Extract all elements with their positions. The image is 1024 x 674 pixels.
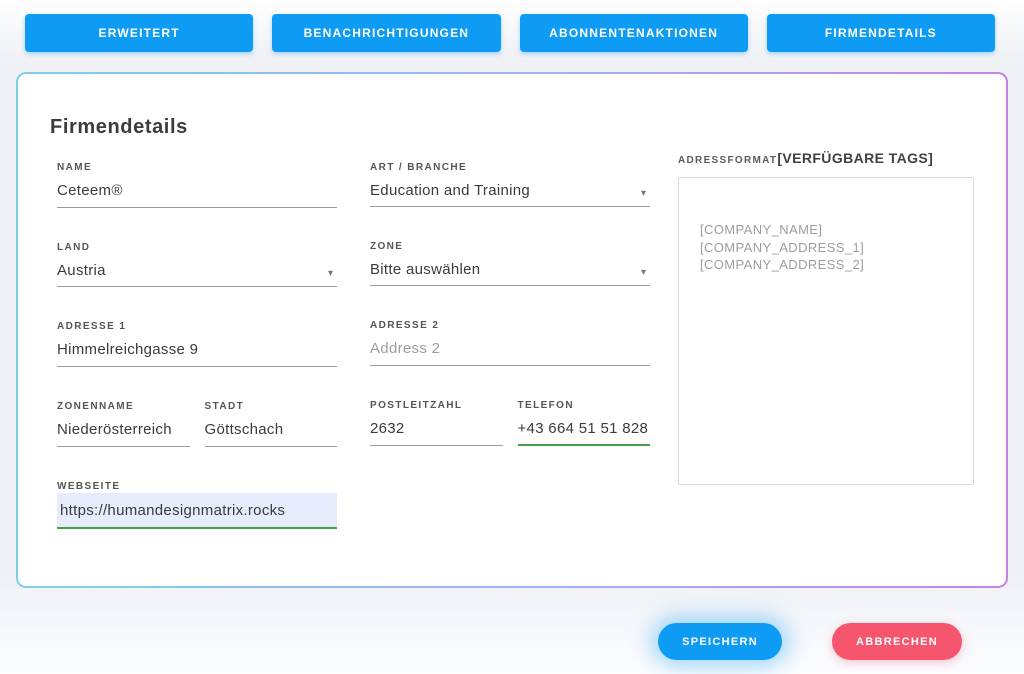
field-phone: TELEFON [517, 400, 650, 446]
name-label: NAME [57, 162, 93, 173]
address2-input[interactable] [370, 332, 650, 366]
branch-select[interactable]: Education and Training ▾ [370, 174, 650, 207]
address-format-textarea[interactable]: [COMPANY_NAME] [COMPANY_ADDRESS_1] [COMP… [678, 177, 974, 485]
website-input[interactable] [57, 493, 337, 529]
phone-label: TELEFON [517, 400, 574, 411]
form-column-left: NAME LAND Austria ▾ ADRESSE 1 ZONENNAME … [57, 162, 337, 563]
postcode-phone-row: POSTLEITZAHL TELEFON [370, 400, 650, 480]
chevron-down-icon: ▾ [640, 267, 646, 278]
address2-label: ADRESSE 2 [370, 320, 440, 331]
branch-label: ART / BRANCHE [370, 162, 468, 173]
address-format-label: ADRESSFORMAT [678, 155, 778, 166]
zone-select[interactable]: Bitte auswählen ▾ [370, 253, 650, 286]
field-address1: ADRESSE 1 [57, 321, 337, 367]
zone-label: ZONE [370, 241, 404, 252]
tab-abonnentenaktionen[interactable]: ABONNENTENAKTIONEN [519, 14, 748, 52]
tab-bar: ERWEITERT BENACHRICHTIGUNGEN ABONNENTENA… [25, 14, 995, 52]
field-name: NAME [57, 162, 337, 208]
postcode-label: POSTLEITZAHL [370, 400, 463, 411]
chevron-down-icon: ▾ [327, 268, 333, 279]
country-select[interactable]: Austria ▾ [57, 254, 337, 287]
available-tags-label: [VERFÜGBARE TAGS] [777, 150, 934, 166]
zonename-label: ZONENNAME [57, 401, 135, 412]
postcode-input[interactable] [370, 412, 503, 446]
field-country: LAND Austria ▾ [57, 242, 337, 287]
field-city: STADT [204, 401, 337, 447]
tab-benachrichtigungen[interactable]: BENACHRICHTIGUNGEN [272, 14, 501, 52]
city-label: STADT [204, 401, 245, 412]
address-format-header: ADRESSFORMAT[VERFÜGBARE TAGS] [678, 150, 974, 168]
country-label: LAND [57, 242, 91, 253]
country-select-value: Austria [57, 262, 106, 279]
field-zonename: ZONENNAME [57, 401, 190, 447]
field-postcode: POSTLEITZAHL [370, 400, 503, 446]
city-input[interactable] [204, 413, 337, 447]
chevron-down-icon: ▾ [640, 188, 646, 199]
zone-select-value: Bitte auswählen [370, 261, 481, 278]
tab-erweitert[interactable]: ERWEITERT [25, 14, 254, 52]
field-zone: ZONE Bitte auswählen ▾ [370, 241, 650, 286]
form-column-right: ART / BRANCHE Education and Training ▾ Z… [370, 162, 650, 480]
page-title: Firmendetails [50, 116, 188, 138]
company-details-card: Firmendetails NAME LAND Austria ▾ ADRESS… [16, 72, 1008, 588]
field-address2: ADRESSE 2 [370, 320, 650, 366]
branch-select-value: Education and Training [370, 182, 531, 199]
phone-input[interactable] [517, 412, 650, 446]
address-format-panel: ADRESSFORMAT[VERFÜGBARE TAGS] [COMPANY_N… [678, 150, 974, 485]
zonename-input[interactable] [57, 413, 190, 447]
tab-firmendetails[interactable]: FIRMENDETAILS [766, 14, 995, 52]
form-actions: SPEICHERN ABBRECHEN [658, 623, 962, 660]
field-website: WEBSEITE [57, 481, 337, 529]
field-branch: ART / BRANCHE Education and Training ▾ [370, 162, 650, 207]
cancel-button[interactable]: ABBRECHEN [832, 623, 962, 660]
tag-company-address-2: [COMPANY_ADDRESS_2] [700, 257, 865, 272]
save-button[interactable]: SPEICHERN [658, 623, 783, 660]
address1-label: ADRESSE 1 [57, 321, 127, 332]
tag-company-name: [COMPANY_NAME] [700, 222, 823, 237]
address1-input[interactable] [57, 333, 337, 367]
zonename-city-row: ZONENNAME STADT [57, 401, 337, 481]
name-input[interactable] [57, 174, 337, 208]
website-label: WEBSEITE [57, 481, 121, 492]
tag-company-address-1: [COMPANY_ADDRESS_1] [700, 239, 865, 255]
